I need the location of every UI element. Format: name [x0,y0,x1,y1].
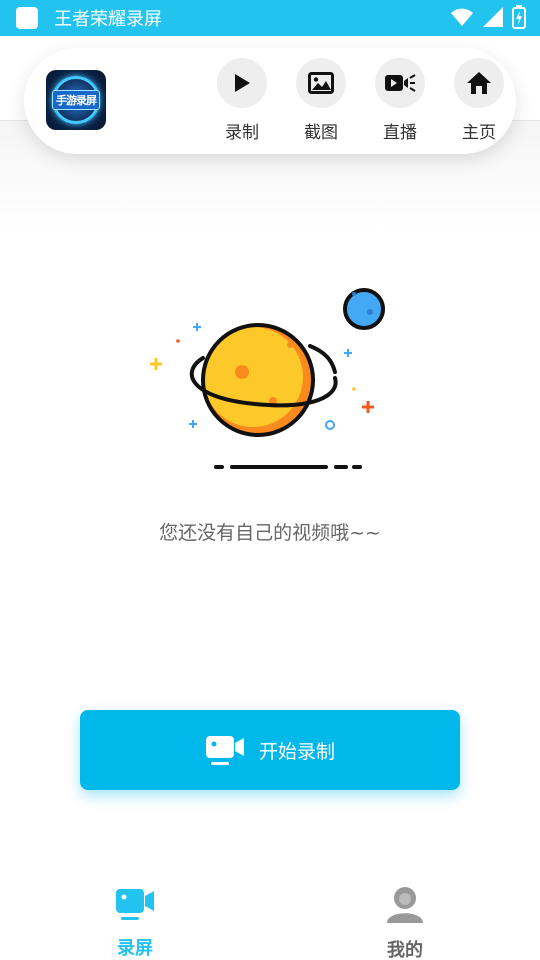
empty-state-message: 您还没有自己的视频哦~~ [159,522,381,544]
video-camera-icon [205,736,244,765]
play-icon [217,58,267,108]
app-logo-icon[interactable]: 手游录屏 [46,70,106,130]
nav-tab-record[interactable]: 录屏 [75,886,195,960]
bottom-navigation: 录屏 我的 [0,878,540,960]
toolbar-screenshot-button[interactable]: 截图 [291,58,351,143]
app-notification-icon [16,7,38,29]
video-camera-icon [116,889,154,920]
toolbar-screenshot-label: 截图 [304,123,338,143]
wifi-icon [451,8,473,26]
toolbar-record-label: 录制 [225,123,259,143]
nav-tab-profile-label: 我的 [387,940,423,960]
signal-icon [483,7,503,27]
toolbar-home-button[interactable]: 主页 [449,58,509,143]
toolbar-live-label: 直播 [383,123,417,143]
toolbar-live-button[interactable]: 直播 [370,58,430,143]
toolbar-home-label: 主页 [462,123,496,143]
start-recording-label: 开始录制 [258,740,335,763]
user-icon [387,887,423,923]
start-recording-button[interactable]: 开始录制 [80,710,460,790]
live-camera-icon [375,58,425,108]
top-toolbar: 手游录屏 录制 截图 直播 主页 [24,48,516,154]
toolbar-record-button[interactable]: 录制 [212,58,272,143]
nav-tab-record-label: 录屏 [117,938,153,959]
battery-icon [512,5,526,29]
image-icon [296,58,346,108]
status-title: 王者荣耀录屏 [54,9,162,30]
planet-illustration [150,288,385,469]
home-icon [454,58,504,108]
app-logo-text: 手游录屏 [52,90,100,110]
status-icons [450,5,526,29]
nav-tab-profile[interactable]: 我的 [345,886,465,960]
status-bar: 王者荣耀录屏 [0,0,540,36]
